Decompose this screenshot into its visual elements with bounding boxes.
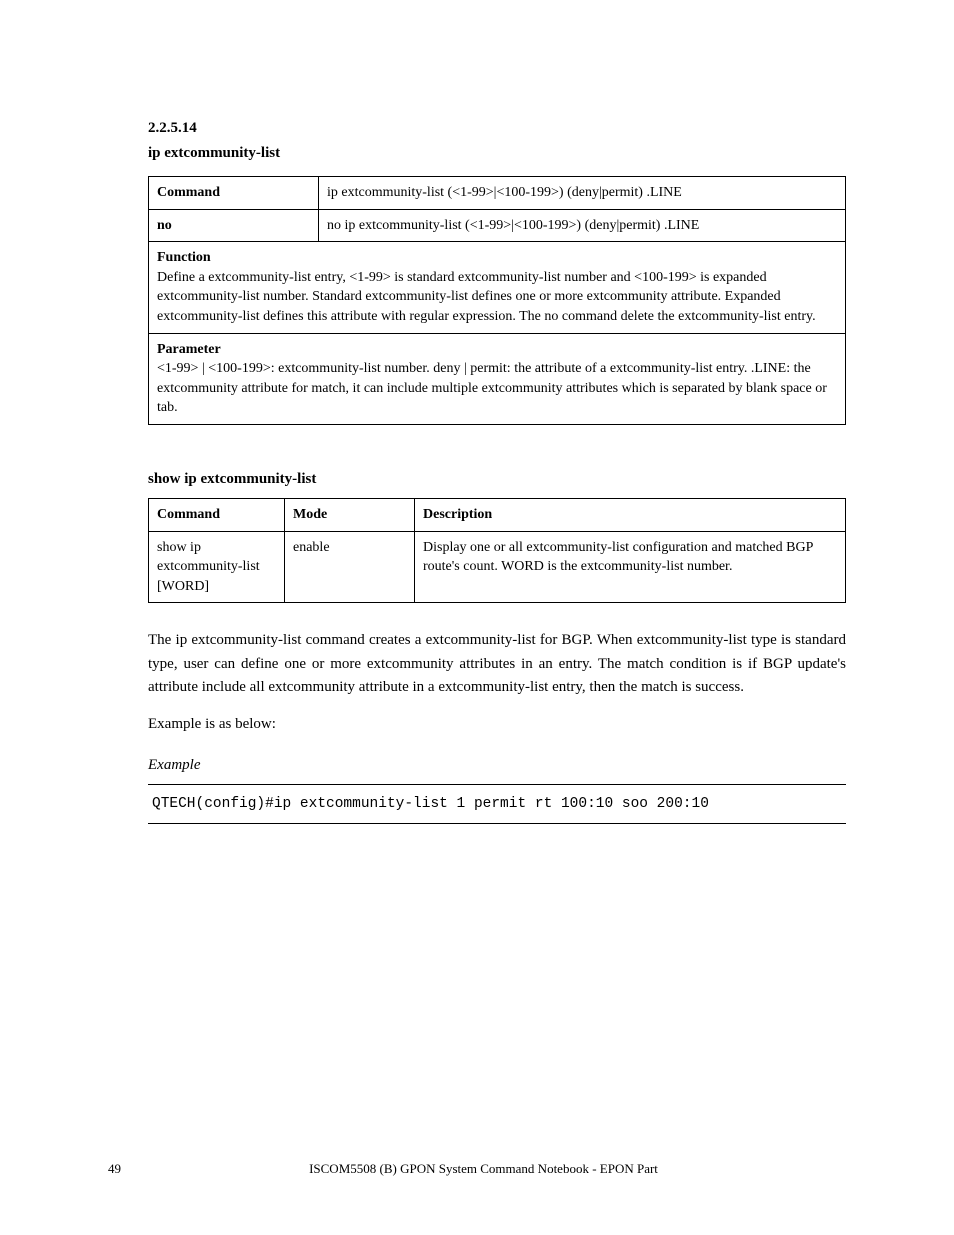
show-command-table: Command Mode Description show ip extcomm… [148, 498, 846, 603]
table-row-parameter: Parameter <1-99> | <100-199>: extcommuni… [149, 333, 846, 424]
col-header-mode: Mode [285, 498, 415, 531]
table-header-row: Command Mode Description [149, 498, 846, 531]
cell-show-command: show ip extcommunity-list [WORD] [149, 531, 285, 603]
table-row-function: Function Define a extcommunity-list entr… [149, 242, 846, 333]
table-row: no no ip extcommunity-list (<1-99>|<100-… [149, 209, 846, 242]
col-header-description: Description [415, 498, 846, 531]
page-footer: 49 ISCOM5508 (B) GPON System Command Not… [108, 1161, 846, 1177]
cell-function: Function Define a extcommunity-list entr… [149, 242, 846, 333]
table-row: show ip extcommunity-list [WORD] enable … [149, 531, 846, 603]
cell-label-command: Command [149, 177, 319, 210]
section-number: 2.2.5.14 [148, 120, 846, 137]
label-function: Function [157, 250, 211, 265]
cell-value-command: ip extcommunity-list (<1-99>|<100-199>) … [319, 177, 846, 210]
text-parameter: <1-99> | <100-199>: extcommunity-list nu… [157, 361, 827, 415]
body-paragraph-1: The ip extcommunity-list command creates… [148, 629, 846, 699]
secondary-caption: show ip extcommunity-list [148, 471, 846, 488]
section-title: ip extcommunity-list [148, 145, 846, 162]
footer-page-number: 49 [108, 1161, 121, 1177]
cli-example: QTECH(config)#ip extcommunity-list 1 per… [148, 784, 846, 824]
cell-show-mode: enable [285, 531, 415, 603]
cell-show-description: Display one or all extcommunity-list con… [415, 531, 846, 603]
cell-value-no: no ip extcommunity-list (<1-99>|<100-199… [319, 209, 846, 242]
cell-label-no: no [149, 209, 319, 242]
example-label: Example [148, 754, 846, 777]
body-paragraph-2: Example is as below: [148, 713, 846, 736]
cell-parameter: Parameter <1-99> | <100-199>: extcommuni… [149, 333, 846, 424]
table-row: Command ip extcommunity-list (<1-99>|<10… [149, 177, 846, 210]
command-syntax-table: Command ip extcommunity-list (<1-99>|<10… [148, 176, 846, 425]
text-function: Define a extcommunity-list entry, <1-99>… [157, 270, 816, 324]
label-parameter: Parameter [157, 342, 221, 357]
footer-title: ISCOM5508 (B) GPON System Command Notebo… [121, 1161, 846, 1177]
col-header-command: Command [149, 498, 285, 531]
